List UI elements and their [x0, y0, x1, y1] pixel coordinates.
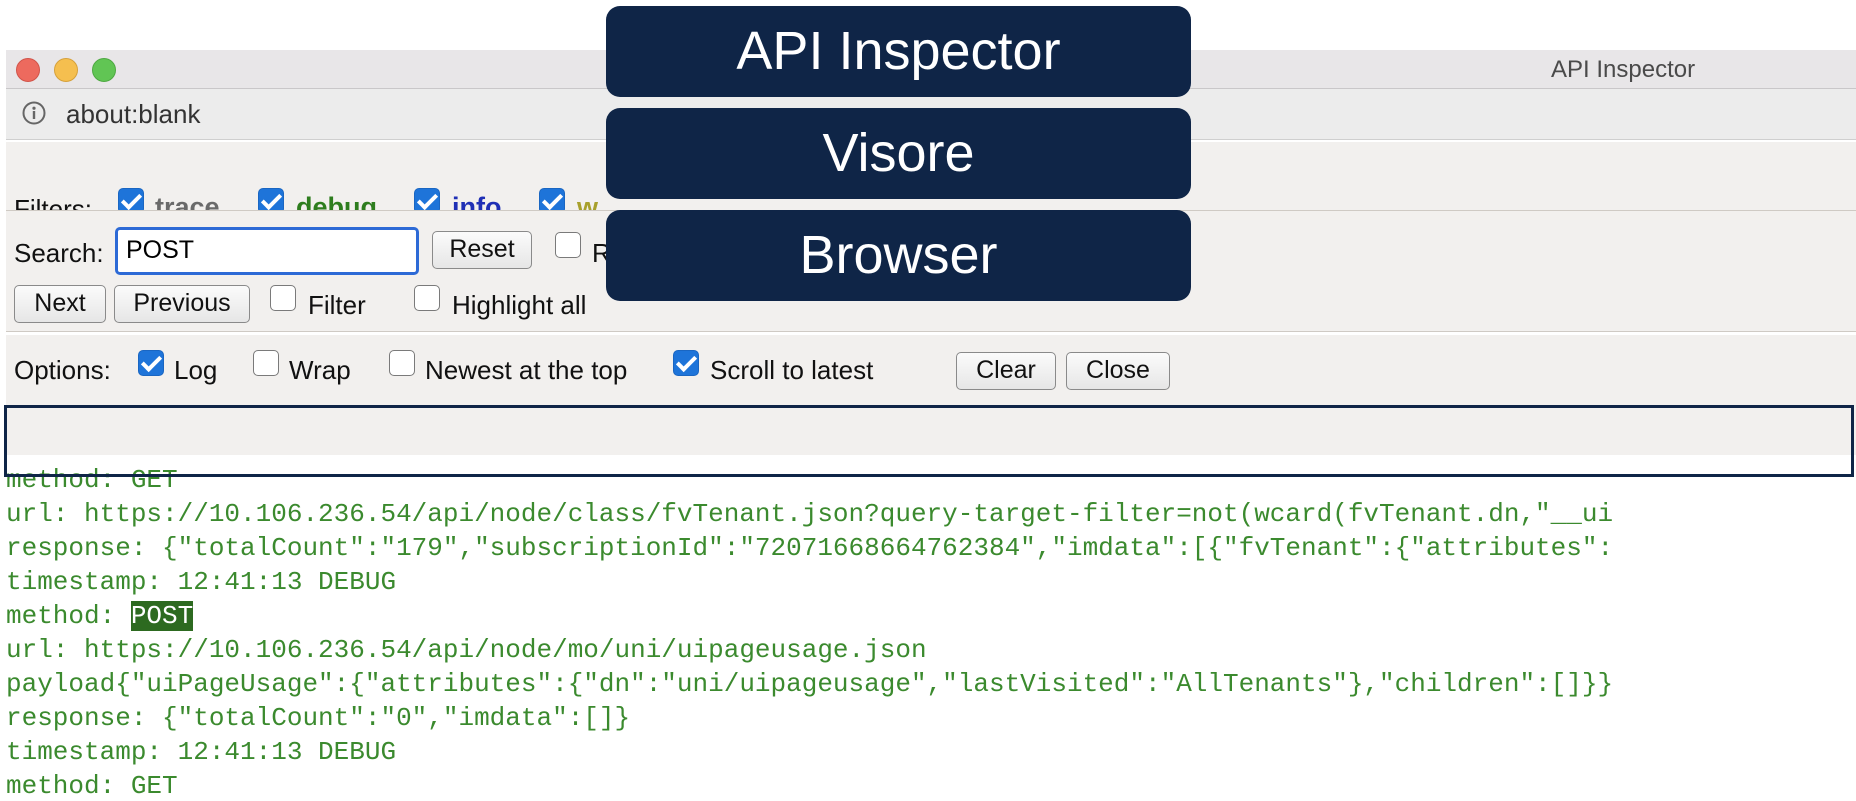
- log-line: payload{"uiPageUsage":{"attributes":{"dn…: [6, 669, 1614, 699]
- scroll-to-latest-label: Scroll to latest: [710, 355, 874, 385]
- wrap-checkbox[interactable]: [253, 350, 279, 376]
- log-selection-box: [4, 405, 1854, 477]
- log-line-text: method:: [6, 601, 131, 631]
- clear-button[interactable]: Clear: [956, 352, 1056, 390]
- close-button[interactable]: Close: [1066, 352, 1170, 390]
- log-checkbox[interactable]: [138, 350, 164, 376]
- info-icon: [22, 101, 46, 125]
- highlight-all-label: Highlight all: [452, 290, 587, 320]
- overlay-label-visore: Visore: [606, 108, 1191, 199]
- newest-at-top-label: Newest at the top: [425, 355, 628, 385]
- zoom-window-button[interactable]: [92, 58, 116, 82]
- log-line: method: GET: [6, 771, 178, 801]
- overlay-label-api-inspector: API Inspector: [606, 6, 1191, 97]
- options-label: Options:: [14, 355, 111, 385]
- close-window-button[interactable]: [16, 58, 40, 82]
- wrap-label: Wrap: [289, 355, 351, 385]
- minimize-window-button[interactable]: [54, 58, 78, 82]
- log-line: response: {"totalCount":"0","imdata":[]}: [6, 703, 631, 733]
- regex-checkbox[interactable]: [555, 232, 581, 258]
- log-line: timestamp: 12:41:13 DEBUG: [6, 737, 397, 767]
- log-line: url: https://10.106.236.54/api/node/clas…: [6, 499, 1614, 529]
- next-button[interactable]: Next: [14, 285, 106, 323]
- search-highlight: POST: [130, 601, 194, 631]
- highlight-all-checkbox[interactable]: [414, 285, 440, 311]
- scroll-to-latest-checkbox[interactable]: [673, 350, 699, 376]
- url-text: about:blank: [66, 99, 201, 129]
- search-label: Search:: [14, 238, 104, 268]
- filter-label: Filter: [308, 290, 366, 320]
- log-line: method: POST: [6, 601, 194, 631]
- filter-checkbox[interactable]: [270, 285, 296, 311]
- log-line: response: {"totalCount":"179","subscript…: [6, 533, 1614, 563]
- reset-button[interactable]: Reset: [432, 231, 532, 269]
- log-line: url: https://10.106.236.54/api/node/mo/u…: [6, 635, 927, 665]
- window-title: API Inspector: [1551, 56, 1696, 83]
- search-input[interactable]: POST: [115, 227, 419, 275]
- previous-button[interactable]: Previous: [114, 285, 250, 323]
- overlay-label-browser: Browser: [606, 210, 1191, 301]
- log-line: timestamp: 12:41:13 DEBUG: [6, 567, 397, 597]
- newest-at-top-checkbox[interactable]: [389, 350, 415, 376]
- log-label: Log: [174, 355, 218, 385]
